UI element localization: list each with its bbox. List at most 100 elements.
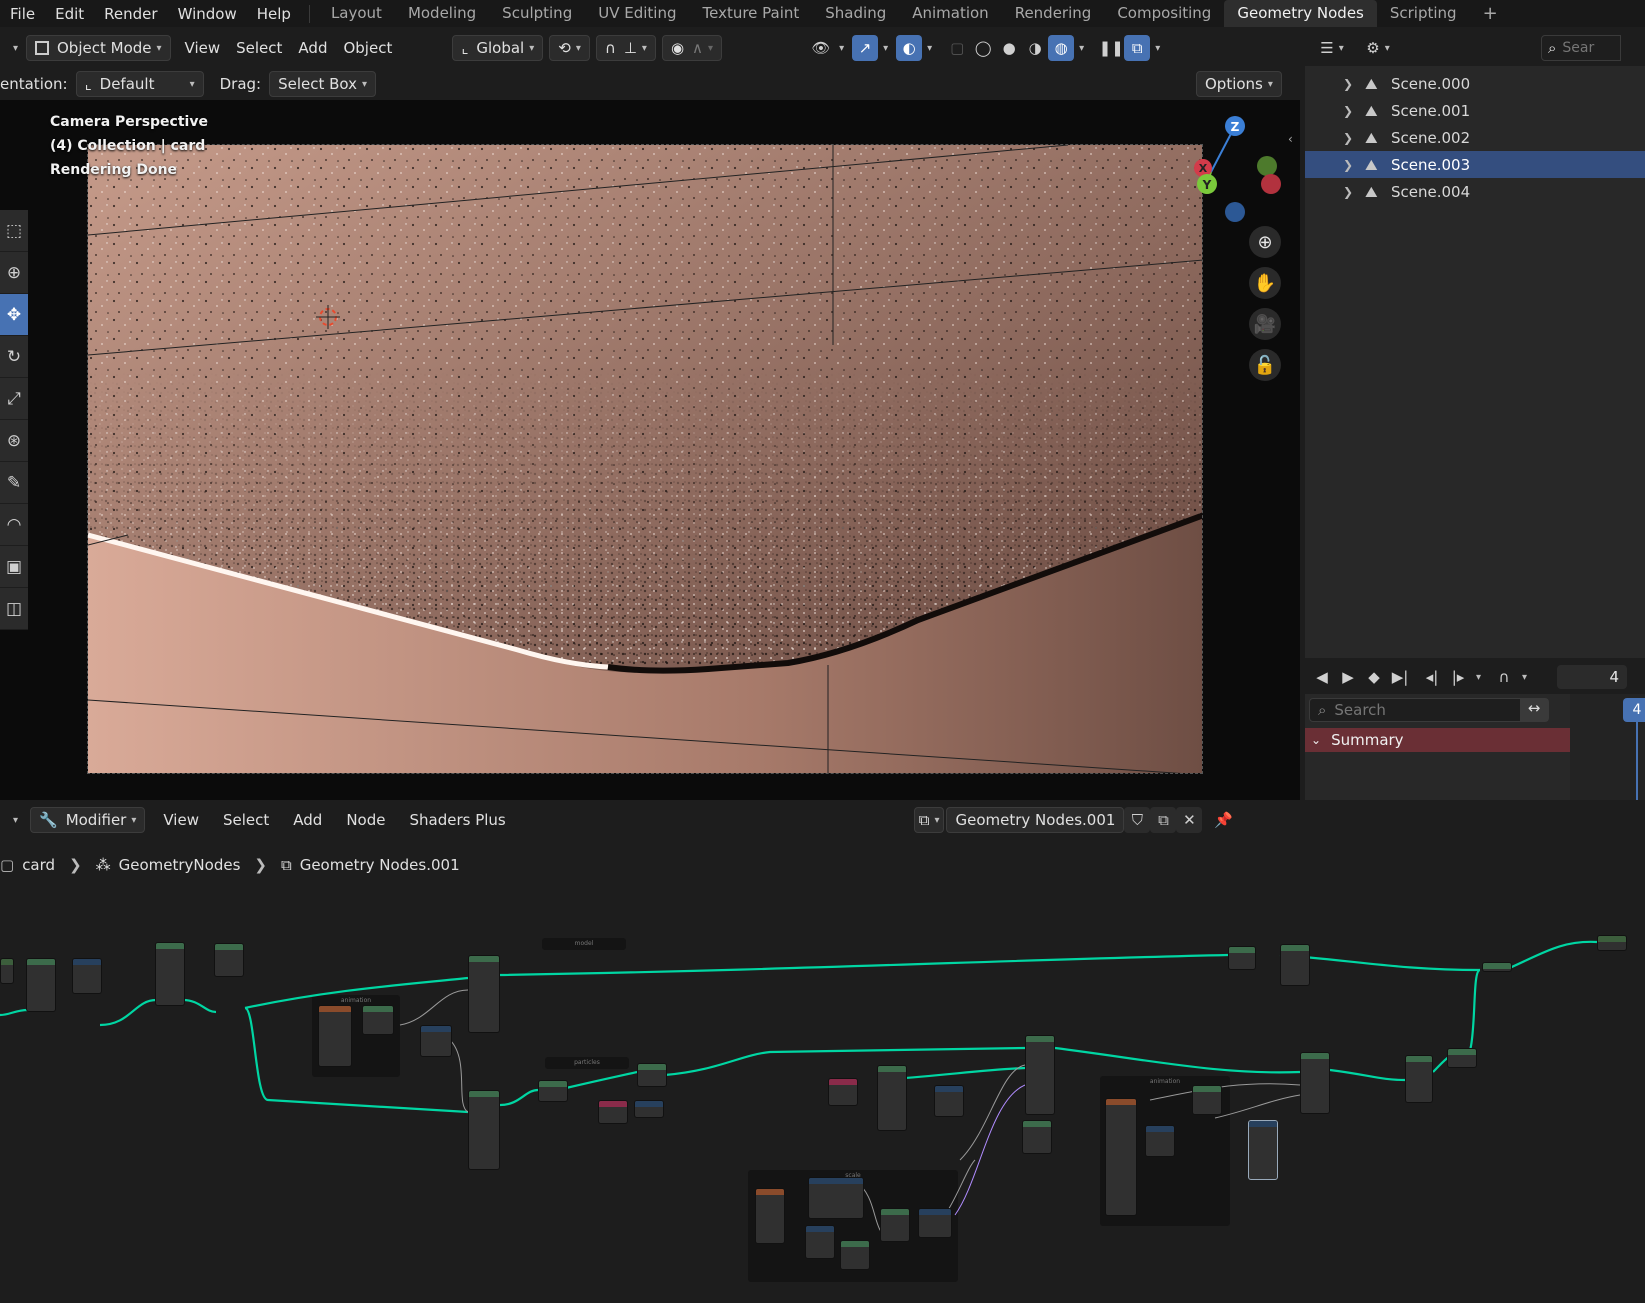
node[interactable] [318, 1005, 352, 1067]
node[interactable] [468, 1090, 500, 1170]
annotate-tool-icon[interactable]: ✎ [0, 462, 28, 504]
proportional-edit-icon[interactable]: ◉ [671, 39, 684, 57]
editor-type-chevron-icon[interactable]: ▾ [0, 807, 26, 833]
node-group-browse[interactable]: ⧉ ▾ [913, 807, 945, 833]
outliner-search-field[interactable]: ⌕ [1541, 35, 1621, 61]
material-shading-icon[interactable]: ◑ [1022, 35, 1048, 61]
node-group-output[interactable] [1597, 935, 1627, 951]
orientation-setting-dropdown[interactable]: ⌞ Default ▾ [75, 71, 204, 97]
node[interactable] [1228, 946, 1256, 970]
transform-tool-icon[interactable]: ⊛ [0, 420, 28, 462]
node[interactable] [362, 1005, 394, 1035]
node[interactable] [468, 955, 500, 1033]
current-frame-field[interactable]: 4 [1557, 665, 1628, 689]
summary-channel[interactable]: ⌄ Summary [1305, 728, 1570, 752]
node[interactable] [214, 943, 244, 977]
fake-user-shield-icon[interactable]: ⛉ [1124, 807, 1151, 833]
menu-render[interactable]: Render [94, 5, 167, 23]
falloff-curve-icon[interactable]: ∧ [692, 39, 703, 57]
node[interactable] [840, 1240, 870, 1270]
tab-shading[interactable]: Shading [812, 0, 899, 27]
menu-edit[interactable]: Edit [45, 5, 94, 23]
expand-arrow-icon[interactable]: ❯ [1343, 185, 1365, 199]
rendered-shading-icon[interactable]: ◍ [1048, 35, 1075, 61]
node[interactable] [1300, 1052, 1330, 1114]
playhead-marker[interactable]: 4 [1623, 698, 1645, 722]
gizmo-toggle-icon[interactable]: ↗ [852, 35, 879, 61]
node[interactable] [918, 1208, 952, 1238]
node[interactable] [805, 1225, 835, 1259]
menu-window[interactable]: Window [168, 5, 247, 23]
expand-arrow-icon[interactable]: ❯ [1343, 77, 1365, 91]
outliner-row-scene[interactable]: ❯ ⛰ Scene.000 [1305, 70, 1645, 97]
tab-scripting[interactable]: Scripting [1377, 0, 1470, 27]
node-canvas[interactable]: animation particles model scale animatio… [0, 880, 1645, 1303]
node[interactable] [637, 1063, 667, 1087]
dopesheet-search-input[interactable] [1334, 701, 1515, 719]
outliner-row-scene[interactable]: ❯ ⛰ Scene.004 [1305, 178, 1645, 205]
node[interactable] [1248, 1120, 1278, 1180]
tab-modeling[interactable]: Modeling [395, 0, 489, 27]
pan-hand-icon[interactable]: ✋ [1249, 267, 1281, 299]
node[interactable] [808, 1177, 864, 1219]
node-group-input[interactable] [0, 958, 14, 984]
node[interactable] [828, 1078, 858, 1106]
expand-arrow-icon[interactable]: ❯ [1343, 158, 1365, 172]
wireframe-shading-icon[interactable]: ◯ [970, 35, 996, 61]
menu-object[interactable]: Object [335, 35, 400, 61]
zoom-icon[interactable]: ⊕ [1249, 226, 1281, 258]
geometry-node-context-dropdown[interactable]: 🔧 Modifier ▾ [30, 807, 146, 833]
outliner-row-scene-selected[interactable]: ❯ ⛰ Scene.003 [1305, 151, 1645, 178]
menu-file[interactable]: File [0, 5, 45, 23]
node[interactable] [1025, 1035, 1055, 1115]
add-cube-tool-icon[interactable]: ▣ [0, 546, 28, 588]
tab-animation[interactable]: Animation [899, 0, 1001, 27]
select-box-tool-icon[interactable]: ⬚ [0, 210, 28, 252]
node[interactable] [1280, 944, 1310, 986]
node[interactable] [598, 1100, 628, 1124]
auto-keying-icon[interactable]: ∩ [1491, 664, 1517, 690]
next-frame-icon[interactable]: |▸ [1445, 664, 1471, 690]
pause-render-icon[interactable]: ❚❚ [1098, 35, 1124, 61]
node[interactable] [1192, 1085, 1222, 1115]
outliner-row-scene[interactable]: ❯ ⛰ Scene.001 [1305, 97, 1645, 124]
tab-layout[interactable]: Layout [318, 0, 395, 27]
dopesheet-search-field[interactable]: ⌕ ↔ [1309, 698, 1549, 722]
tab-geometry-nodes[interactable]: Geometry Nodes [1224, 0, 1377, 27]
jump-end-icon[interactable]: ▶| [1387, 664, 1413, 690]
node[interactable] [634, 1100, 664, 1118]
swap-arrows-icon[interactable]: ↔ [1520, 699, 1548, 721]
move-tool-icon[interactable]: ✥ [0, 294, 28, 336]
overlays-toggle-icon[interactable]: ◐ [896, 35, 923, 61]
node[interactable] [1405, 1055, 1433, 1103]
expand-arrow-icon[interactable]: ❯ [1343, 131, 1365, 145]
outliner-search-input[interactable] [1562, 40, 1603, 56]
menu-add[interactable]: Add [290, 35, 335, 61]
menu-view[interactable]: View [155, 807, 207, 833]
3d-cursor-icon[interactable] [316, 305, 340, 329]
tab-uv-editing[interactable]: UV Editing [585, 0, 689, 27]
rotate-tool-icon[interactable]: ↻ [0, 336, 28, 378]
visibility-eye-icon[interactable]: 👁 [808, 35, 834, 61]
snap-magnet-icon[interactable]: ∩ [605, 39, 616, 57]
node-group-name-field[interactable]: Geometry Nodes.001 [946, 807, 1125, 833]
node[interactable] [26, 958, 56, 1012]
node[interactable] [420, 1025, 452, 1057]
expand-arrow-icon[interactable]: ❯ [1343, 104, 1365, 118]
solid-shading-icon[interactable]: ● [996, 35, 1022, 61]
3d-viewport[interactable]: Camera Perspective (4) Collection | card… [0, 100, 1300, 800]
proportional-edit-group[interactable]: ◉ ∧ ▾ [661, 35, 723, 61]
drag-dropdown[interactable]: Select Box ▾ [269, 71, 377, 97]
options-dropdown[interactable]: Options ▾ [1196, 71, 1282, 97]
node[interactable] [72, 958, 102, 994]
viewport-render-region-icon[interactable]: ⧉ [1124, 35, 1151, 61]
duplicate-icon[interactable]: ⧉ [1150, 807, 1177, 833]
cursor-tool-icon[interactable]: ⊕ [0, 252, 28, 294]
node[interactable] [1447, 1048, 1477, 1068]
lock-camera-icon[interactable]: 🔓 [1249, 349, 1281, 381]
menu-view[interactable]: View [177, 35, 229, 61]
navigation-gizmo[interactable]: Z X Y [1185, 112, 1285, 222]
editor-type-chevron-icon[interactable]: ▾ [0, 35, 26, 61]
node[interactable] [934, 1085, 964, 1117]
outliner-filter-icon[interactable]: ⚙ ▾ [1365, 35, 1391, 61]
